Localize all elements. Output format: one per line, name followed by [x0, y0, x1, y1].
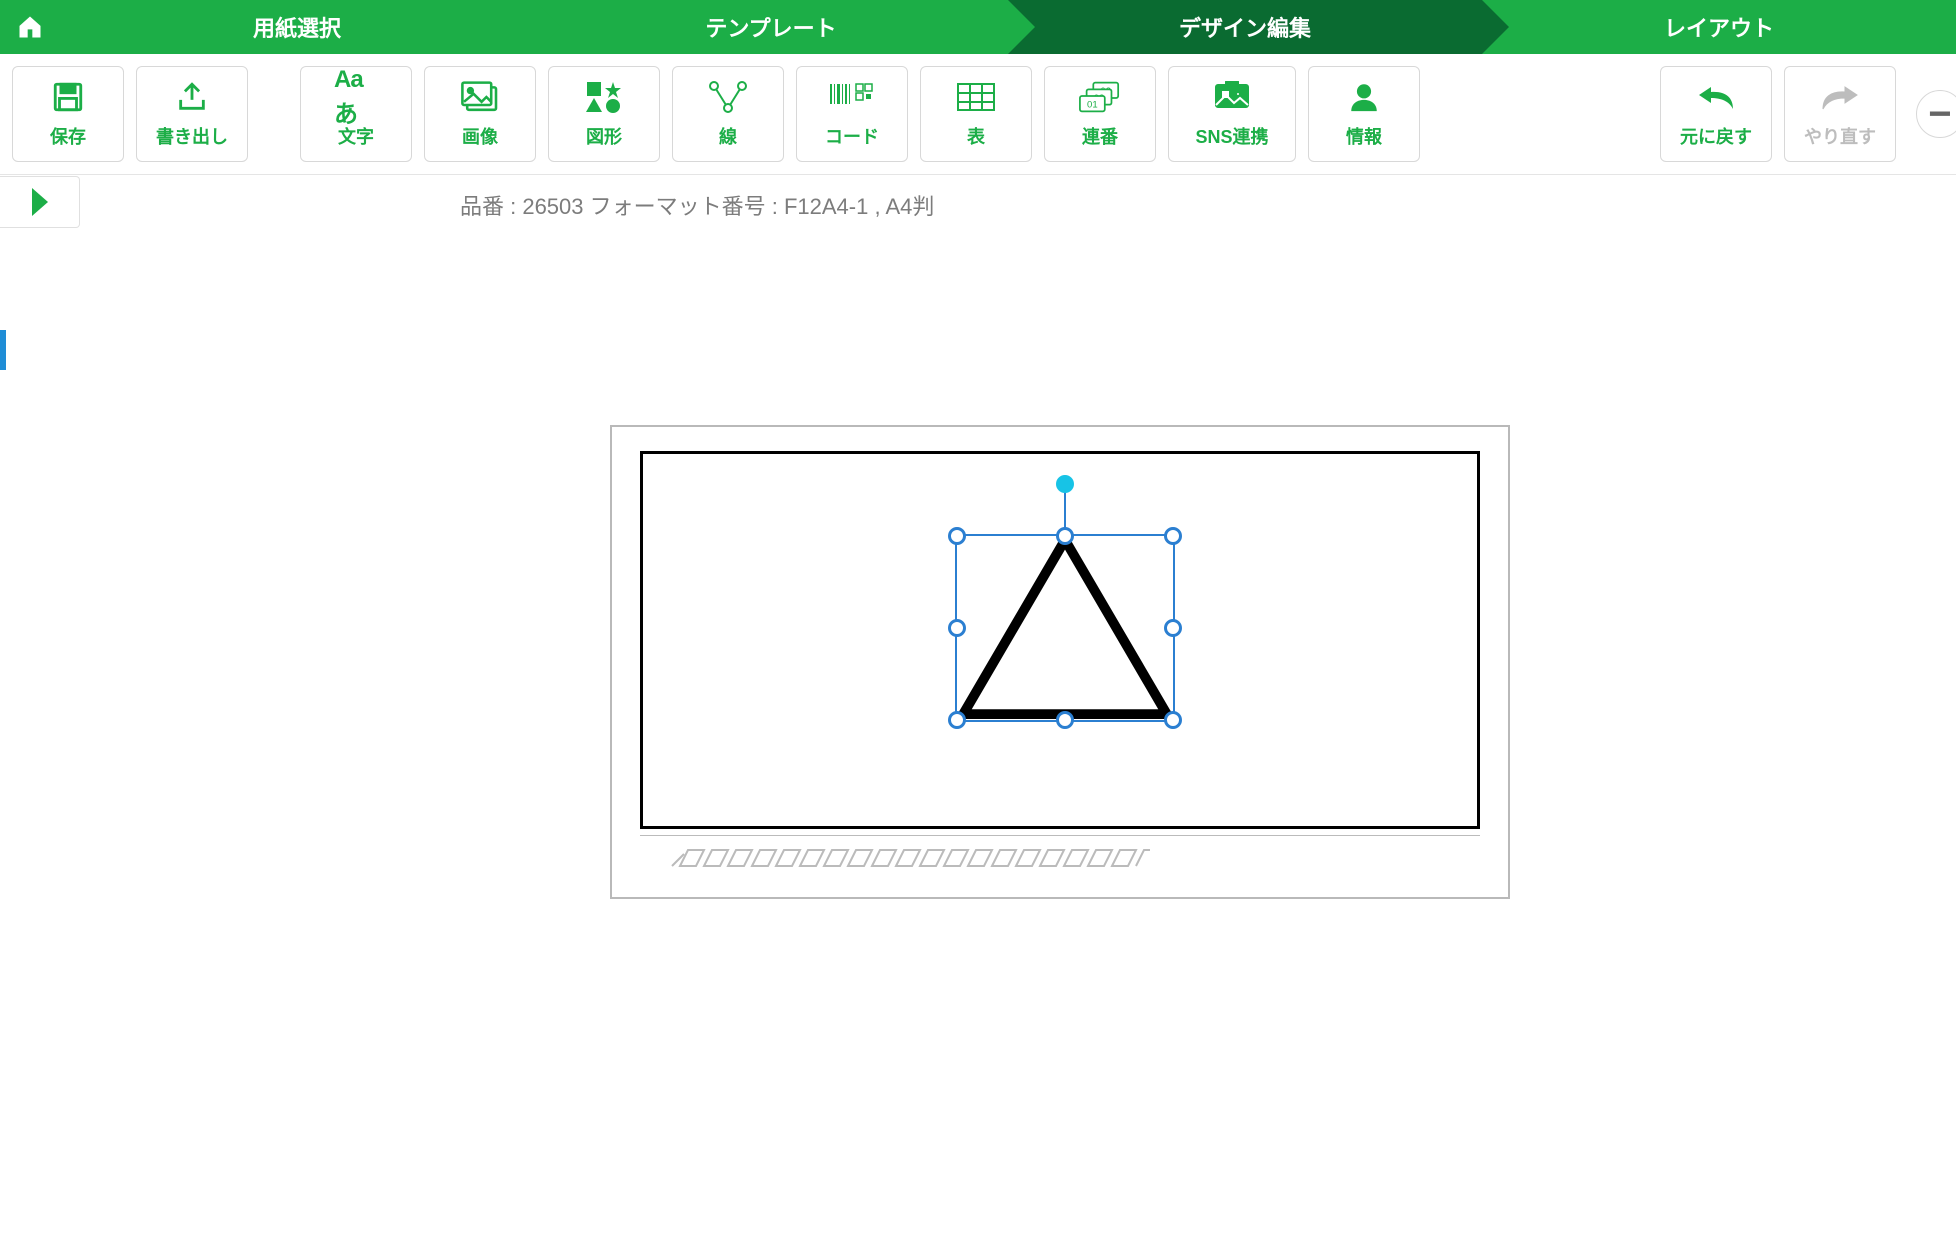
save-button[interactable]: 保存: [12, 66, 124, 162]
triangle-shape[interactable]: [957, 536, 1173, 720]
sns-button[interactable]: SNS連携: [1168, 66, 1296, 162]
resize-handle-s[interactable]: [1056, 711, 1074, 729]
tool-label: 表: [967, 123, 985, 149]
table-icon: [954, 79, 998, 115]
serial-button[interactable]: 03 02 01 連番: [1044, 66, 1156, 162]
rotation-handle[interactable]: [1056, 475, 1074, 493]
home-button[interactable]: [0, 0, 60, 54]
image-icon: [458, 79, 502, 115]
document-info: 品番 : 26503 フォーマット番号 : F12A4-1 , A4判: [460, 189, 934, 221]
export-button[interactable]: 書き出し: [136, 66, 248, 162]
resize-handle-n[interactable]: [1056, 527, 1074, 545]
tool-label: コード: [825, 123, 879, 149]
undo-icon: [1694, 79, 1738, 115]
step-design[interactable]: デザイン編集: [1008, 0, 1482, 54]
step-label: レイアウト: [1664, 11, 1774, 43]
redo-icon: [1818, 79, 1862, 115]
step-template[interactable]: テンプレート: [534, 0, 1008, 54]
page-footer: [640, 835, 1480, 879]
zoom-out-button[interactable]: −: [1916, 90, 1956, 138]
image-button[interactable]: 画像: [424, 66, 536, 162]
step-layout[interactable]: レイアウト: [1482, 0, 1956, 54]
person-icon: [1342, 79, 1386, 115]
step-label: デザイン編集: [1179, 11, 1311, 43]
info-row: 品番 : 26503 フォーマット番号 : F12A4-1 , A4判: [0, 175, 1956, 235]
tool-label: 元に戻す: [1680, 123, 1752, 149]
tool-label: 連番: [1082, 123, 1118, 149]
tool-label: 文字: [338, 123, 374, 149]
export-icon: [170, 79, 214, 115]
wizard-stepper: 用紙選択 テンプレート デザイン編集 レイアウト: [0, 0, 1956, 54]
shapes-icon: [582, 79, 626, 115]
step-label: 用紙選択: [253, 11, 341, 43]
chevron-right-icon: [28, 186, 52, 218]
barcode-icon: [830, 79, 874, 115]
minus-icon: −: [1928, 92, 1951, 137]
shape-button[interactable]: 図形: [548, 66, 660, 162]
tool-label: 線: [719, 123, 737, 149]
step-paper[interactable]: 用紙選択: [60, 0, 534, 54]
canvas-area[interactable]: [0, 235, 1956, 1239]
hatch-pattern-icon: [670, 846, 1170, 870]
tool-label: 画像: [462, 123, 498, 149]
resize-handle-w[interactable]: [948, 619, 966, 637]
code-button[interactable]: コード: [796, 66, 908, 162]
tool-label: 書き出し: [156, 123, 228, 149]
resize-handle-se[interactable]: [1164, 711, 1182, 729]
text-icon: Aaあ: [334, 79, 378, 115]
serial-icon: 03 02 01: [1078, 79, 1122, 115]
redo-button[interactable]: やり直す: [1784, 66, 1896, 162]
table-button[interactable]: 表: [920, 66, 1032, 162]
tool-label: SNS連携: [1195, 123, 1268, 149]
resize-handle-ne[interactable]: [1164, 527, 1182, 545]
tool-label: 情報: [1346, 123, 1382, 149]
info-button[interactable]: 情報: [1308, 66, 1420, 162]
polyline-icon: [706, 79, 750, 115]
toolbar: 保存 書き出し Aaあ 文字 画像: [0, 54, 1956, 175]
tool-label: やり直す: [1804, 123, 1876, 149]
resize-handle-sw[interactable]: [948, 711, 966, 729]
undo-button[interactable]: 元に戻す: [1660, 66, 1772, 162]
selection-box[interactable]: [955, 534, 1175, 722]
sidebar-expand-button[interactable]: [0, 176, 80, 228]
resize-handle-e[interactable]: [1164, 619, 1182, 637]
label-boundary[interactable]: [640, 451, 1480, 829]
resize-handle-nw[interactable]: [948, 527, 966, 545]
tool-label: 保存: [50, 123, 86, 149]
page-frame: [610, 425, 1510, 899]
home-icon: [16, 13, 44, 41]
tool-label: 図形: [586, 123, 622, 149]
svg-text:01: 01: [1087, 100, 1098, 111]
text-button[interactable]: Aaあ 文字: [300, 66, 412, 162]
line-button[interactable]: 線: [672, 66, 784, 162]
step-label: テンプレート: [705, 11, 836, 43]
sns-icon: [1210, 79, 1254, 115]
save-icon: [46, 79, 90, 115]
